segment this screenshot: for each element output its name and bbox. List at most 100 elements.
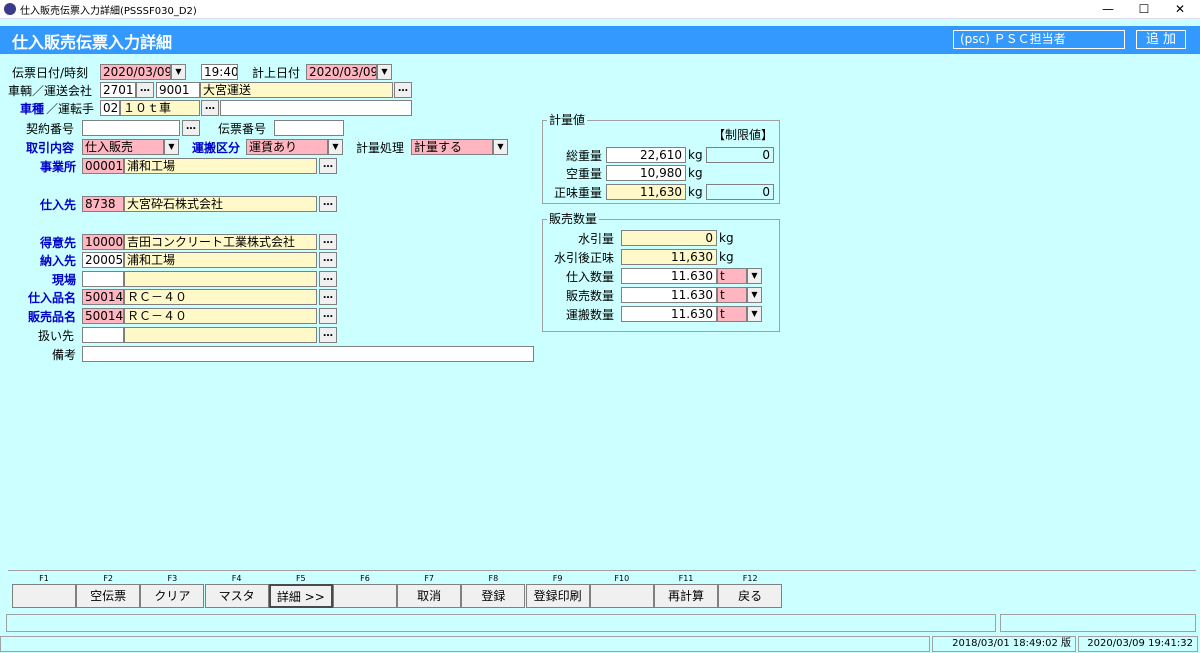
supplier-lookup-button[interactable]: …	[319, 196, 337, 212]
transport-qty-unit-select[interactable]: t	[717, 306, 747, 322]
remarks-field[interactable]	[82, 346, 534, 362]
fkey-button-11[interactable]: 再計算	[654, 584, 718, 608]
fkey-number-4: F4	[231, 574, 242, 583]
after-water-field[interactable]: 11,630	[621, 249, 717, 265]
net-weight-field[interactable]: 11,630	[606, 184, 686, 200]
fkey-button-6[interactable]	[333, 584, 397, 608]
purchase-qty-field[interactable]: 11.630	[621, 268, 717, 284]
sales-qty-field[interactable]: 11.630	[621, 287, 717, 303]
gross-weight-field[interactable]: 22,610	[606, 147, 686, 163]
window-title: 仕入販売伝票入力詳細(PSSSF030_D2)	[20, 6, 197, 17]
message-area-sub	[1000, 614, 1196, 632]
transport-class-select[interactable]: 運賃あり	[246, 139, 328, 155]
supplier-code-field[interactable]: 8738	[82, 196, 124, 212]
handler-name-field[interactable]	[124, 327, 317, 343]
contract-lookup-button[interactable]: …	[182, 120, 200, 136]
transport-qty-field[interactable]: 11.630	[621, 306, 717, 322]
slip-no-field[interactable]	[274, 120, 344, 136]
carrier-code-field[interactable]: 9001	[156, 82, 200, 98]
after-water-label: 水引後正味	[554, 251, 615, 265]
fkey-button-3[interactable]: クリア	[140, 584, 205, 608]
gross-weight-label: 総重量	[566, 149, 603, 163]
fkey-number-10: F10	[614, 574, 630, 583]
delivery-name-field[interactable]: 浦和工場	[124, 252, 317, 268]
customer-lookup-button[interactable]: …	[319, 234, 337, 250]
office-code-field[interactable]: 00001	[82, 158, 124, 174]
vehicle-label: 車輌／運送会社	[8, 84, 93, 98]
fkey-number-6: F6	[360, 574, 370, 583]
sales-qty-unit-dropdown[interactable]: ▼	[747, 287, 762, 303]
purchase-item-name-field[interactable]: ＲＣ－４０	[124, 289, 317, 305]
fkey-number-9: F9	[552, 574, 563, 583]
delivery-code-field[interactable]: 20005	[82, 252, 124, 268]
purchase-item-label: 仕入品名	[28, 291, 77, 305]
slip-date-dropdown[interactable]: ▼	[171, 64, 186, 80]
site-label: 現場	[52, 273, 77, 287]
vehicle-type-code-field[interactable]: 02	[100, 100, 120, 116]
purchase-item-lookup-button[interactable]: …	[319, 289, 337, 305]
driver-name-field[interactable]	[220, 100, 412, 116]
purchase-item-code-field[interactable]: 50014	[82, 289, 124, 305]
fkey-button-8[interactable]: 登録	[461, 584, 526, 608]
clock-status: 2020/03/09 19:41:32	[1078, 636, 1198, 652]
fkey-button-7[interactable]: 取消	[397, 584, 462, 608]
fkey-button-2[interactable]: 空伝票	[76, 584, 141, 608]
trade-select[interactable]: 仕入販売	[82, 139, 164, 155]
slip-time-field[interactable]: 19:40	[201, 64, 238, 80]
maximize-button[interactable]: ☐	[1126, 0, 1162, 18]
customer-code-field[interactable]: 100005	[82, 234, 124, 250]
vehicle-type-name-field[interactable]: １０ｔ車	[120, 100, 200, 116]
fkey-button-5[interactable]: 詳細 >>	[268, 584, 333, 608]
statusbar-blank	[0, 636, 930, 652]
fkey-button-12[interactable]: 戻る	[718, 584, 783, 608]
gross-weight-limit-field: 0	[706, 147, 774, 163]
post-date-field[interactable]: 2020/03/09	[306, 64, 377, 80]
vehicle-lookup-button[interactable]: …	[136, 82, 154, 98]
sales-qty-label: 販売数量	[566, 289, 615, 303]
message-area	[6, 614, 996, 632]
handler-code-field[interactable]	[82, 327, 124, 343]
customer-name-field[interactable]: 吉田コンクリート工業株式会社	[124, 234, 317, 250]
weigh-proc-dropdown[interactable]: ▼	[493, 139, 508, 155]
transport-qty-unit-dropdown[interactable]: ▼	[747, 306, 762, 322]
page-header: 仕入販売伝票入力詳細 (psc) ＰＳＣ担当者 追 加	[0, 26, 1200, 54]
slip-date-field[interactable]: 2020/03/09	[100, 64, 171, 80]
minimize-button[interactable]: —	[1090, 0, 1126, 18]
vehicle-type-lookup-button[interactable]: …	[201, 100, 219, 116]
purchase-qty-unit-select[interactable]: t	[717, 268, 747, 284]
sales-item-name-field[interactable]: ＲＣ－４０	[124, 308, 317, 324]
limit-header: 【制限値】	[713, 128, 774, 142]
fkey-button-10[interactable]	[589, 584, 654, 608]
transport-qty-label: 運搬数量	[566, 308, 615, 322]
fkey-number-12: F12	[742, 574, 758, 583]
vehicle-code-field[interactable]: 2701	[100, 82, 136, 98]
site-lookup-button[interactable]: …	[319, 271, 337, 287]
water-field[interactable]: 0	[621, 230, 717, 246]
trade-dropdown[interactable]: ▼	[164, 139, 179, 155]
fkey-button-1[interactable]	[12, 584, 76, 608]
transport-class-dropdown[interactable]: ▼	[328, 139, 343, 155]
site-code-field[interactable]	[82, 271, 124, 287]
fkey-button-4[interactable]: マスタ	[204, 584, 269, 608]
weigh-proc-select[interactable]: 計量する	[411, 139, 493, 155]
office-lookup-button[interactable]: …	[319, 158, 337, 174]
site-name-field[interactable]	[124, 271, 317, 287]
fkey-button-9[interactable]: 登録印刷	[525, 584, 590, 608]
delivery-lookup-button[interactable]: …	[319, 252, 337, 268]
sales-item-lookup-button[interactable]: …	[319, 308, 337, 324]
post-date-dropdown[interactable]: ▼	[377, 64, 392, 80]
handler-lookup-button[interactable]: …	[319, 327, 337, 343]
close-button[interactable]: ✕	[1162, 0, 1198, 18]
office-name-field[interactable]: 浦和工場	[124, 158, 317, 174]
purchase-qty-unit-dropdown[interactable]: ▼	[747, 268, 762, 284]
tare-weight-unit: kg	[688, 166, 703, 180]
carrier-name-field[interactable]: 大宮運送	[200, 82, 393, 98]
contract-no-field[interactable]	[82, 120, 180, 136]
tare-weight-field[interactable]: 10,980	[606, 165, 686, 181]
fkey-number-3: F3	[167, 574, 178, 583]
carrier-lookup-button[interactable]: …	[394, 82, 412, 98]
supplier-name-field[interactable]: 大宮砕石株式会社	[124, 196, 317, 212]
sales-item-code-field[interactable]: 50014	[82, 308, 124, 324]
weigh-proc-label: 計量処理	[356, 141, 405, 155]
sales-qty-unit-select[interactable]: t	[717, 287, 747, 303]
